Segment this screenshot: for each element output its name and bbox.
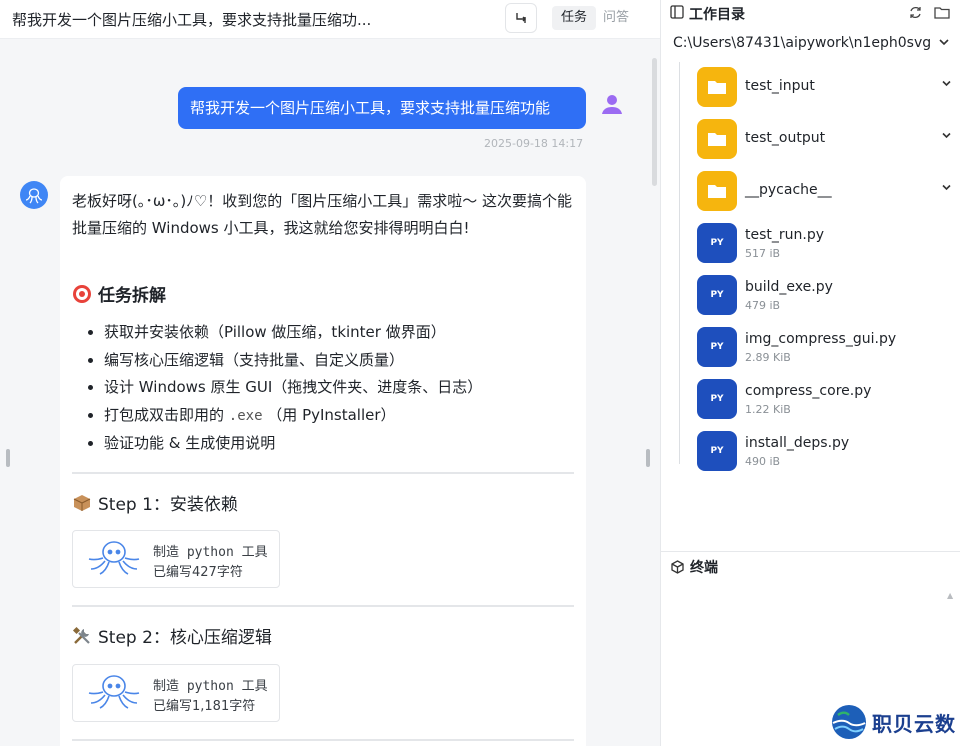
tree-guide-line	[679, 62, 680, 464]
folder-icon	[697, 119, 737, 159]
file-size: 490 iB	[745, 455, 781, 468]
task-list: 获取并安装依赖（Pillow 做压缩，tkinter 做界面） 编写核心压缩逻辑…	[86, 319, 482, 458]
chevron-down-icon[interactable]	[942, 80, 951, 87]
user-message: 帮我开发一个图片压缩小工具，要求支持批量压缩功能	[178, 87, 586, 129]
list-item: 打包成双击即用的 .exe （用 PyInstaller）	[104, 402, 482, 431]
file-item-img-compress-gui[interactable]: PY img_compress_gui.py 2.89 KiB	[697, 327, 957, 367]
assistant-avatar-icon	[20, 181, 48, 209]
list-item-text: （用 PyInstaller）	[267, 405, 396, 424]
file-type-badge: PY	[710, 446, 724, 456]
workdir-header: 工作目录	[661, 0, 960, 26]
inline-code: .exe	[228, 407, 263, 424]
assistant-intro: 老板好呀(｡･ω･｡)ﾉ♡！收到您的「图片压缩小工具」需求啦～ 这次要搞个能批量…	[72, 192, 572, 237]
workdir-panel: 工作目录 C:\Users\87431\aipywork\n1eph0svg t…	[660, 0, 960, 746]
chevron-down-icon[interactable]	[939, 38, 949, 46]
sidebar-toggle-icon[interactable]	[670, 5, 684, 19]
step-title-text: Step 1：安装依赖	[98, 495, 238, 515]
tab-qa[interactable]: 问答	[603, 6, 629, 30]
file-size: 479 iB	[745, 299, 781, 312]
chevron-down-icon[interactable]	[942, 132, 951, 139]
divider	[72, 739, 574, 741]
resize-handle-right[interactable]	[646, 449, 650, 467]
tool-status: 已编写1,181字符	[153, 699, 256, 714]
list-item: 设计 Windows 原生 GUI（拖拽文件夹、进度条、日志）	[104, 374, 482, 402]
package-icon	[73, 494, 91, 511]
divider	[72, 605, 574, 607]
list-item: 获取并安装依赖（Pillow 做压缩，tkinter 做界面）	[104, 319, 482, 347]
message-timestamp: 2025-09-18 14:17	[484, 137, 584, 150]
resize-handle-left[interactable]	[6, 449, 10, 467]
python-file-icon: PY	[697, 431, 737, 471]
file-item-build-exe[interactable]: PY build_exe.py 479 iB	[697, 275, 957, 315]
divider	[72, 472, 574, 474]
file-name: __pycache__	[745, 182, 832, 198]
target-icon	[73, 284, 91, 303]
file-type-badge: PY	[710, 394, 724, 404]
file-name: test_input	[745, 78, 815, 94]
task-title-text: 任务拆解	[98, 286, 166, 306]
assistant-message: 老板好呀(｡･ω･｡)ﾉ♡！收到您的「图片压缩小工具」需求啦～ 这次要搞个能批量…	[60, 176, 586, 746]
user-avatar-icon	[602, 95, 622, 114]
file-item-pycache[interactable]: __pycache__	[697, 171, 957, 211]
step-title: Step 2：核心压缩逻辑	[72, 623, 272, 648]
brand-name: 职贝云数	[872, 711, 956, 736]
file-name: test_run.py	[745, 227, 825, 243]
scroll-up-icon[interactable]: ▲	[947, 591, 953, 600]
divider	[661, 551, 960, 552]
file-item-test-output[interactable]: test_output	[697, 119, 957, 159]
file-item-install-deps[interactable]: PY install_deps.py 490 iB	[697, 431, 957, 471]
python-file-icon: PY	[697, 379, 737, 419]
file-name: compress_core.py	[745, 383, 872, 399]
file-name: img_compress_gui.py	[745, 331, 897, 347]
open-folder-icon[interactable]	[934, 5, 950, 19]
file-type-badge: PY	[710, 342, 724, 352]
workdir-title: 工作目录	[689, 7, 745, 23]
swap-view-button[interactable]	[505, 3, 537, 33]
terminal-header[interactable]: 终端	[671, 557, 718, 577]
task-section-title: 任务拆解	[72, 281, 166, 306]
list-item-text: 打包成双击即用的	[104, 405, 225, 424]
tools-icon	[72, 626, 90, 644]
tab-task[interactable]: 任务	[552, 6, 596, 30]
brand-globe-icon	[832, 705, 866, 739]
conversation-title: 帮我开发一个图片压缩小工具，要求支持批量压缩功...	[12, 11, 372, 29]
tool-name: 制造 python 工具	[153, 679, 268, 694]
file-size: 2.89 KiB	[745, 351, 791, 364]
terminal-icon	[671, 560, 684, 574]
file-type-badge: PY	[710, 290, 724, 300]
file-size: 517 iB	[745, 247, 781, 260]
file-name: test_output	[745, 130, 826, 146]
step-title-text: Step 2：核心压缩逻辑	[98, 628, 272, 648]
folder-icon	[697, 67, 737, 107]
list-item: 编写核心压缩逻辑（支持批量、自定义质量）	[104, 347, 482, 375]
chat-pane: 帮我开发一个图片压缩小工具，要求支持批量压缩功... 任务 问答 帮我开发一个图…	[0, 0, 660, 746]
file-name: install_deps.py	[745, 435, 850, 451]
file-item-test-run[interactable]: PY test_run.py 517 iB	[697, 223, 957, 263]
workdir-path[interactable]: C:\Users\87431\aipywork\n1eph0svg	[673, 35, 931, 51]
folder-icon	[697, 171, 737, 211]
tool-status: 已编写427字符	[153, 565, 243, 580]
brand-logo: 职贝云数	[830, 702, 956, 742]
tool-name: 制造 python 工具	[153, 545, 268, 560]
refresh-icon[interactable]	[908, 5, 923, 20]
chat-header: 帮我开发一个图片压缩小工具，要求支持批量压缩功... 任务 问答	[0, 0, 660, 39]
chat-scrollbar[interactable]	[652, 58, 657, 186]
python-file-icon: PY	[697, 223, 737, 263]
chevron-down-icon[interactable]	[942, 184, 951, 191]
file-type-badge: PY	[710, 238, 724, 248]
swap-icon	[516, 13, 526, 23]
tool-card[interactable]: 制造 python 工具 已编写1,181字符	[72, 664, 280, 722]
octopus-icon	[88, 675, 140, 709]
python-file-icon: PY	[697, 275, 737, 315]
file-item-compress-core[interactable]: PY compress_core.py 1.22 KiB	[697, 379, 957, 419]
terminal-title: 终端	[690, 560, 718, 576]
file-name: build_exe.py	[745, 279, 833, 295]
tool-card[interactable]: 制造 python 工具 已编写427字符	[72, 530, 280, 588]
python-file-icon: PY	[697, 327, 737, 367]
file-item-test-input[interactable]: test_input	[697, 67, 957, 107]
list-item: 验证功能 & 生成使用说明	[104, 430, 482, 458]
step-title: Step 1：安装依赖	[72, 490, 238, 515]
octopus-icon	[88, 541, 140, 575]
file-size: 1.22 KiB	[745, 403, 791, 416]
